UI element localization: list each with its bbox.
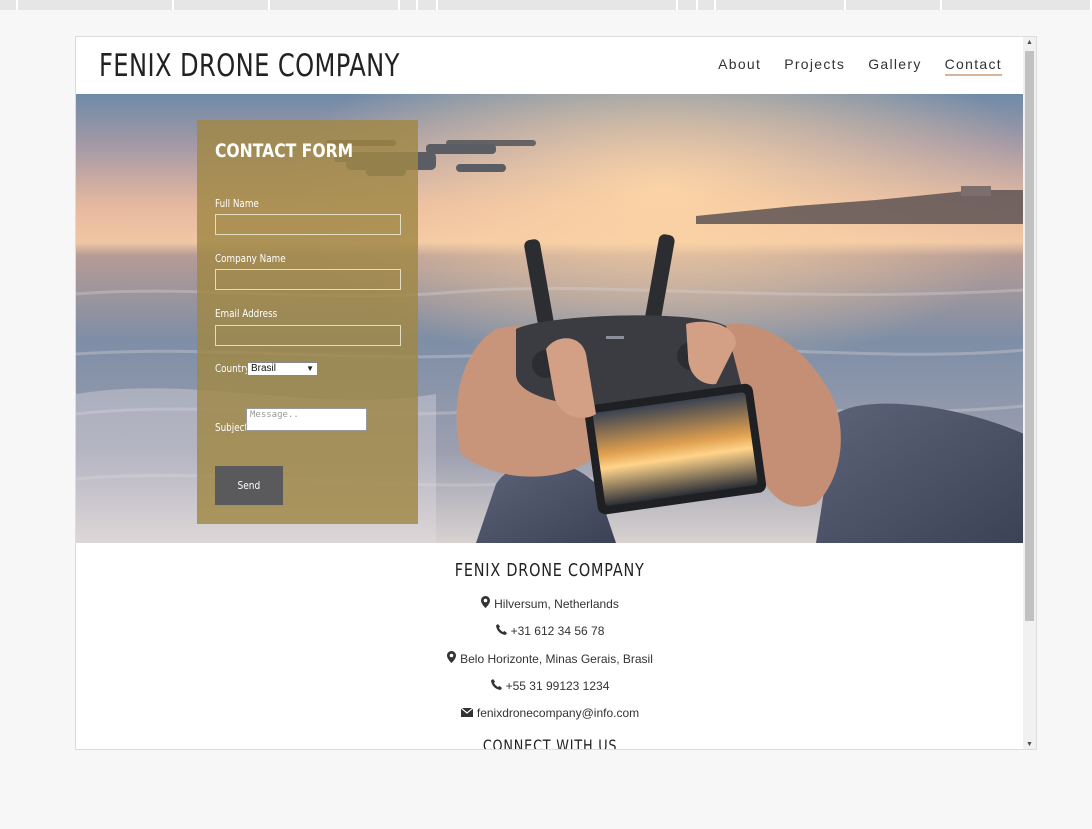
nav-link-contact[interactable]: Contact <box>944 56 1002 76</box>
company-name-label: Company Name <box>215 252 286 265</box>
site-header: FENIX DRONE COMPANY About Projects Galle… <box>76 37 1024 94</box>
country-selected-value: Brasil <box>251 363 277 374</box>
connect-with-us-heading: CONNECT WITH US <box>482 736 618 750</box>
scroll-up-arrow-icon[interactable]: ▲ <box>1023 37 1036 49</box>
footer-address-netherlands: Hilversum, Netherlands <box>76 596 1024 611</box>
footer-address-brasil: Belo Horizonte, Minas Gerais, Brasil <box>76 651 1024 666</box>
footer-phone-brasil[interactable]: +55 31 99123 1234 <box>76 679 1024 693</box>
email-address-label: Email Address <box>215 307 278 320</box>
full-name-label: Full Name <box>215 197 259 210</box>
country-label: Country <box>215 362 250 375</box>
brand-logo-text[interactable]: FENIX DRONE COMPANY <box>99 48 400 84</box>
email-address-input[interactable] <box>215 325 401 346</box>
footer-email[interactable]: fenixdronecompany@info.com <box>76 706 1024 720</box>
footer-company-name: FENIX DRONE COMPANY <box>455 560 645 581</box>
page-frame: FENIX DRONE COMPANY About Projects Galle… <box>75 36 1037 750</box>
main-nav: About Projects Gallery Contact <box>718 56 1002 76</box>
subject-textarea[interactable]: Message.. <box>246 408 367 431</box>
footer-phone-netherlands[interactable]: +31 612 34 56 78 <box>76 624 1024 638</box>
map-marker-icon <box>447 651 457 666</box>
send-button-label: Send <box>237 479 261 492</box>
phone-icon <box>490 679 502 693</box>
page-scrollbar[interactable]: ▲ ▼ <box>1023 37 1036 749</box>
browser-tab-strip <box>0 0 1092 10</box>
map-marker-icon <box>481 596 491 611</box>
hero-section: CONTACT FORM Full Name Company Name Emai… <box>76 94 1024 543</box>
contact-form-panel: CONTACT FORM Full Name Company Name Emai… <box>197 120 418 524</box>
scroll-down-arrow-icon[interactable]: ▼ <box>1023 739 1036 749</box>
send-button[interactable]: Send <box>215 466 283 505</box>
chevron-down-icon: ▼ <box>306 364 314 373</box>
nav-link-projects[interactable]: Projects <box>784 56 845 76</box>
company-name-input[interactable] <box>215 269 401 290</box>
full-name-input[interactable] <box>215 214 401 235</box>
contact-form-title: CONTACT FORM <box>215 140 354 162</box>
envelope-icon <box>460 706 474 720</box>
site-footer: FENIX DRONE COMPANY Hilversum, Netherlan… <box>76 543 1024 750</box>
page-viewport: FENIX DRONE COMPANY About Projects Galle… <box>76 37 1024 750</box>
nav-link-about[interactable]: About <box>718 56 761 76</box>
country-select[interactable]: Brasil ▼ <box>247 362 318 376</box>
phone-icon <box>495 624 507 638</box>
subject-label: Subject <box>215 421 248 434</box>
nav-link-gallery[interactable]: Gallery <box>868 56 921 76</box>
scrollbar-thumb[interactable] <box>1025 51 1034 621</box>
